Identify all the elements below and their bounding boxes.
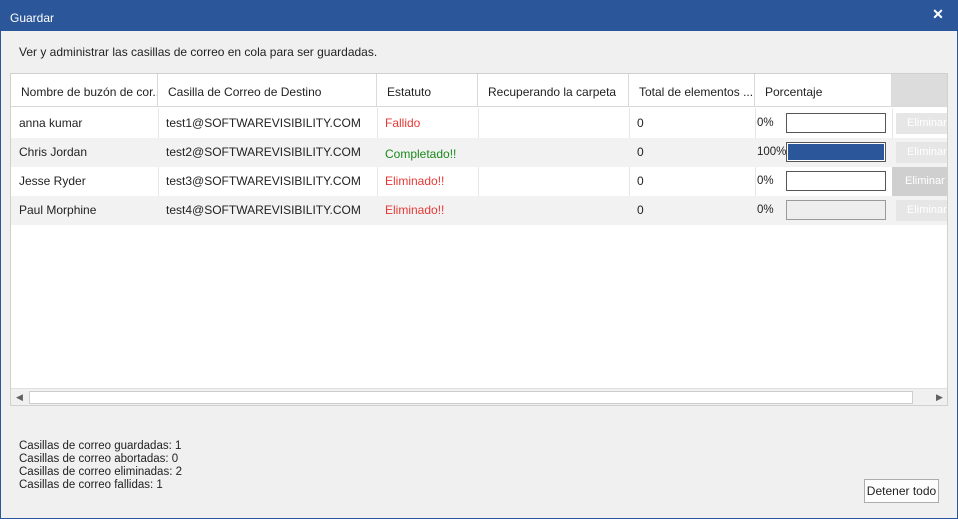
destination-cell: test2@SOFTWAREVISIBILITY.COM <box>166 145 361 159</box>
grid-header: Nombre de buzón de cor... Casilla de Cor… <box>11 74 947 108</box>
horizontal-scrollbar[interactable]: ◀ ▶ <box>11 388 947 405</box>
scroll-left-icon[interactable]: ◀ <box>11 389 28 405</box>
total-items-cell: 0 <box>637 145 644 159</box>
total-items-cell: 0 <box>637 174 644 188</box>
mailbox-name-cell: anna kumar <box>19 116 83 130</box>
destination-cell: test4@SOFTWAREVISIBILITY.COM <box>166 203 361 217</box>
window-title: Guardar <box>10 11 55 25</box>
progress-bar <box>786 200 886 220</box>
destination-cell: test3@SOFTWAREVISIBILITY.COM <box>166 174 361 188</box>
folder-cell <box>478 167 629 196</box>
column-header-mailbox-name[interactable]: Nombre de buzón de cor... <box>11 74 158 107</box>
status-cell: Eliminado!! <box>385 174 445 188</box>
progress-bar <box>786 142 886 162</box>
scrollbar-thumb[interactable] <box>29 391 913 404</box>
column-header-percentage[interactable]: Porcentaje <box>755 74 892 107</box>
progress-bar <box>786 113 886 133</box>
aborted-count-label: Casillas de correo abortadas: 0 <box>19 453 179 465</box>
total-items-cell: 0 <box>637 116 644 130</box>
delete-button[interactable]: Eliminar <box>896 113 947 134</box>
folder-cell <box>478 109 629 138</box>
table-row[interactable]: Paul Morphine test4@SOFTWAREVISIBILITY.C… <box>11 196 947 225</box>
column-header-total-items[interactable]: Total de elementos ... <box>629 74 755 107</box>
total-items-cell: 0 <box>637 203 644 217</box>
percent-label: 0% <box>757 204 774 216</box>
column-header-retrieving-folder[interactable]: Recuperando la carpeta <box>478 74 629 107</box>
save-dialog: Guardar ✕ Ver y administrar las casillas… <box>0 0 958 519</box>
column-header-status[interactable]: Estatuto <box>377 74 478 107</box>
summary-panel: Casillas de correo guardadas: 1 Casillas… <box>19 440 182 492</box>
percent-label: 0% <box>757 117 774 129</box>
scroll-right-icon[interactable]: ▶ <box>931 389 947 405</box>
percent-label: 0% <box>757 175 774 187</box>
stop-all-button[interactable]: Detener todo <box>864 479 939 503</box>
folder-cell <box>478 138 629 167</box>
status-cell: Completado!! <box>385 147 457 161</box>
delete-button[interactable]: Eliminar <box>896 200 947 221</box>
failed-count-label: Casillas de correo fallidas: 1 <box>19 479 163 491</box>
table-row[interactable]: Jesse Ryder test3@SOFTWAREVISIBILITY.COM… <box>11 167 947 196</box>
title-bar: Guardar ✕ <box>1 1 957 31</box>
progress-fill <box>788 144 884 160</box>
table-row[interactable]: Chris Jordan test2@SOFTWAREVISIBILITY.CO… <box>11 138 947 167</box>
progress-bar <box>786 171 886 191</box>
status-cell: Eliminado!! <box>385 203 445 217</box>
status-cell: Fallido <box>385 116 421 130</box>
delete-button[interactable]: Eliminar <box>896 142 947 163</box>
delete-button[interactable]: Eliminar <box>892 167 947 196</box>
table-row[interactable]: anna kumar test1@SOFTWAREVISIBILITY.COM … <box>11 109 947 138</box>
column-header-actions <box>892 74 947 107</box>
mailbox-name-cell: Paul Morphine <box>19 203 97 217</box>
mailbox-queue-grid: Nombre de buzón de cor... Casilla de Cor… <box>10 73 948 406</box>
destination-cell: test1@SOFTWAREVISIBILITY.COM <box>166 116 361 130</box>
mailbox-name-cell: Jesse Ryder <box>19 174 86 188</box>
close-icon[interactable]: ✕ <box>926 4 950 24</box>
percent-label: 100% <box>757 146 787 158</box>
deleted-count-label: Casillas de correo eliminadas: 2 <box>19 466 182 478</box>
dialog-description: Ver y administrar las casillas de correo… <box>19 45 378 59</box>
mailbox-name-cell: Chris Jordan <box>19 145 88 159</box>
folder-cell <box>478 196 629 225</box>
saved-count-label: Casillas de correo guardadas: 1 <box>19 440 182 452</box>
column-header-destination[interactable]: Casilla de Correo de Destino <box>158 74 377 107</box>
